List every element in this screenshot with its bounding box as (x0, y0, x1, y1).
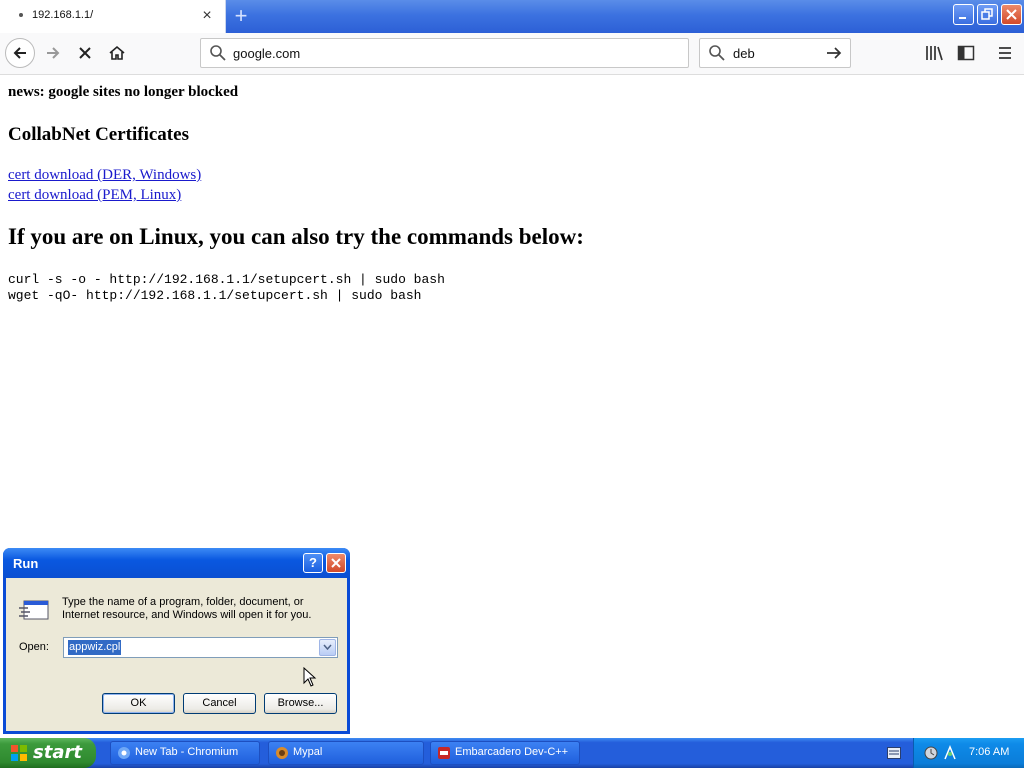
tab-title: 192.168.1.1/ (32, 9, 94, 21)
run-description: Type the name of a program, folder, docu… (62, 596, 312, 621)
close-icon (331, 558, 341, 568)
browser-titlebar: 192.168.1.1/ × + (0, 0, 1024, 33)
mypal-icon (276, 747, 288, 759)
help-icon: ? (309, 555, 317, 570)
open-input-value[interactable]: appwiz.cpl (68, 640, 122, 655)
open-label: Open: (19, 641, 49, 653)
back-arrow-icon (13, 47, 26, 59)
new-tab-button[interactable]: + (230, 3, 252, 29)
clock: 7:06 AM (969, 746, 1010, 758)
chromium-icon (118, 747, 130, 759)
run-titlebar[interactable]: Run ? (3, 548, 350, 578)
navigation-toolbar: google.com deb (0, 33, 1024, 75)
devcpp-icon (438, 747, 450, 759)
taskbar: start New Tab - Chromium Mypal Embarcade… (0, 738, 1024, 768)
taskbar-item-mypal[interactable]: Mypal (268, 741, 424, 765)
ok-button[interactable]: OK (102, 693, 175, 714)
arrow-right-icon (827, 47, 842, 59)
keyboard-icon[interactable] (887, 747, 901, 759)
home-icon (109, 45, 125, 60)
back-button[interactable] (5, 38, 35, 68)
cert-der-link[interactable]: cert download (DER, Windows) (8, 167, 201, 184)
linux-heading: If you are on Linux, you can also try th… (8, 224, 584, 249)
taskbar-item-label: Mypal (293, 746, 323, 758)
library-button[interactable] (921, 40, 947, 66)
run-title: Run (13, 556, 39, 571)
loading-dot-icon (19, 13, 23, 17)
library-icon (926, 46, 943, 61)
network-icon[interactable] (943, 745, 957, 761)
stop-icon (79, 47, 91, 59)
browser-tab[interactable]: 192.168.1.1/ × (0, 0, 226, 33)
restore-icon (981, 8, 993, 20)
sidebar-icon (957, 45, 975, 61)
wget-command: wget -qO- http://192.168.1.1/setupcert.s… (8, 288, 422, 303)
search-icon (709, 45, 725, 61)
forward-arrow-icon (47, 47, 60, 59)
combo-dropdown-button[interactable] (319, 639, 336, 656)
search-icon (210, 45, 226, 61)
taskbar-item-label: Embarcadero Dev-C++ (455, 746, 569, 758)
open-combobox[interactable]: appwiz.cpl (63, 637, 338, 658)
minimize-icon (959, 17, 966, 19)
news-text: news: google sites no longer blocked (8, 84, 239, 100)
hamburger-menu-icon (999, 47, 1011, 59)
sidebar-button[interactable] (953, 40, 979, 66)
run-close-button[interactable] (326, 553, 346, 573)
close-icon (1006, 9, 1017, 20)
curl-command: curl -s -o - http://192.168.1.1/setupcer… (8, 272, 445, 287)
chevron-down-icon (323, 644, 332, 651)
tray-app-icon[interactable] (924, 745, 938, 761)
restore-button[interactable] (977, 4, 998, 25)
tab-close-button[interactable]: × (199, 6, 215, 26)
help-button[interactable]: ? (303, 553, 323, 573)
start-button[interactable]: start (0, 738, 96, 768)
search-go-button[interactable] (823, 42, 845, 64)
search-bar[interactable]: deb (699, 38, 851, 68)
run-program-icon (19, 600, 49, 620)
system-tray: 7:06 AM (913, 738, 1024, 768)
window-close-button[interactable] (1001, 4, 1022, 25)
forward-button[interactable] (38, 38, 68, 68)
taskbar-item-chromium[interactable]: New Tab - Chromium (110, 741, 260, 765)
cert-pem-link[interactable]: cert download (PEM, Linux) (8, 187, 181, 204)
windows-flag-icon (11, 745, 27, 761)
start-label: start (33, 742, 82, 763)
search-query: deb (733, 46, 755, 61)
mouse-cursor-icon (303, 667, 317, 687)
taskbar-item-devcpp[interactable]: Embarcadero Dev-C++ (430, 741, 580, 765)
cancel-button[interactable]: Cancel (183, 693, 256, 714)
minimize-button[interactable] (953, 4, 974, 25)
home-button[interactable] (102, 38, 132, 68)
run-dialog: Run ? Type the name of a program, folder… (3, 548, 350, 734)
stop-button[interactable] (70, 38, 100, 68)
taskbar-item-label: New Tab - Chromium (135, 746, 239, 758)
browse-button[interactable]: Browse... (264, 693, 337, 714)
url-bar[interactable]: google.com (200, 38, 689, 68)
url-text: google.com (233, 46, 301, 61)
menu-button[interactable] (992, 40, 1018, 66)
certs-heading: CollabNet Certificates (8, 124, 189, 145)
